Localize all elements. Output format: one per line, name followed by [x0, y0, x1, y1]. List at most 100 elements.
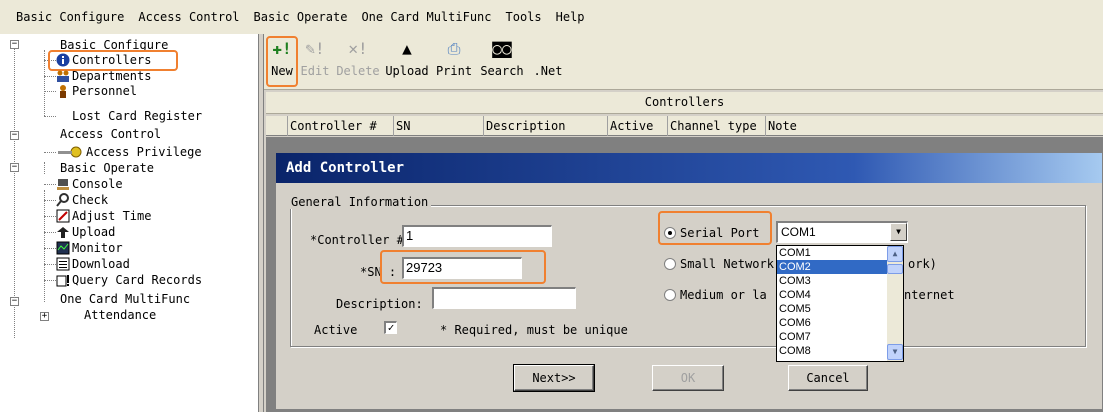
active-checkbox[interactable]: ✓ [384, 321, 397, 334]
console-icon [56, 177, 70, 191]
collapse-toggle[interactable]: − [10, 163, 19, 172]
col-sn[interactable]: SN [394, 116, 484, 136]
com-option[interactable]: COM7 [777, 330, 903, 344]
col-note[interactable]: Note [766, 116, 966, 136]
grid-title: Controllers [266, 92, 1103, 114]
tree-attendance[interactable]: Attendance [84, 308, 156, 322]
description-input[interactable] [432, 287, 576, 309]
tree-connector [44, 200, 56, 201]
com-option[interactable]: COM6 [777, 316, 903, 330]
com-option[interactable]: COM3 [777, 274, 903, 288]
monitor-icon [56, 241, 70, 255]
collapse-toggle[interactable]: − [10, 131, 19, 140]
adjust-time-icon [56, 209, 70, 223]
tree-lost-card-register[interactable]: Lost Card Register [72, 109, 202, 123]
menu-basic-configure[interactable]: Basic Configure [16, 10, 124, 24]
tree-connector [44, 91, 56, 92]
scroll-down-icon[interactable]: ▼ [887, 344, 903, 360]
small-network-label: Small Network [680, 257, 774, 271]
col-controller-no[interactable]: Controller # [288, 116, 394, 136]
com-option[interactable]: COM1 [777, 246, 903, 260]
tree-one-card-multifunc[interactable]: One Card MultiFunc [60, 292, 190, 306]
grid-header: Controller # SN Description Active Chann… [266, 116, 1103, 136]
highlight-sn [380, 250, 546, 284]
upload-button[interactable]: ▲ Upload [384, 38, 430, 78]
edit-icon: ✎! [305, 39, 325, 58]
tree-basic-operate[interactable]: Basic Operate [60, 161, 154, 175]
tree-connector [44, 216, 56, 217]
col-active[interactable]: Active [608, 116, 668, 136]
dropdown-scrollbar[interactable]: ▲ ▼ [887, 246, 903, 361]
tree-personnel[interactable]: Personnel [56, 84, 137, 98]
com-option[interactable]: COM4 [777, 288, 903, 302]
splitter[interactable] [258, 34, 264, 412]
medium-radio[interactable] [664, 289, 676, 301]
tree-adjust-time[interactable]: Adjust Time [56, 209, 151, 223]
navigation-tree: − Basic Configure Controllers Department… [0, 34, 258, 412]
tree-connector [14, 48, 15, 338]
com-option[interactable]: COM2 [777, 260, 903, 274]
collapse-toggle[interactable]: − [10, 40, 19, 49]
scroll-up-icon[interactable]: ▲ [887, 246, 903, 262]
col-channel-type[interactable]: Channel type [668, 116, 766, 136]
tree-connector [44, 184, 56, 185]
net-button[interactable]: .Net [530, 64, 566, 78]
menu-one-card[interactable]: One Card MultiFunc [361, 10, 491, 24]
next-button[interactable]: Next>> [513, 364, 595, 392]
com-port-value: COM1 [781, 225, 816, 239]
highlight-new [266, 36, 298, 87]
edit-button[interactable]: ✎! Edit [300, 38, 330, 78]
controller-no-input[interactable]: 1 [402, 225, 552, 247]
com-option[interactable]: COM8 [777, 344, 903, 358]
tree-upload[interactable]: Upload [56, 225, 115, 239]
binoculars-icon: ◙◙ [492, 39, 512, 58]
com-port-dropdown: COM1 COM2 COM3 COM4 COM5 COM6 COM7 COM8 ▲ ▼ [776, 245, 904, 362]
highlight-serial-port [658, 211, 772, 245]
cancel-button[interactable]: Cancel [788, 365, 868, 391]
menu-access-control[interactable]: Access Control [138, 10, 239, 24]
tree-connector [44, 232, 56, 233]
tree-download[interactable]: Download [56, 257, 130, 271]
grid-row-header [266, 116, 288, 136]
menu-bar: Basic Configure Access Control Basic Ope… [0, 0, 1103, 34]
small-network-radio[interactable] [664, 258, 676, 270]
expand-toggle[interactable]: + [40, 312, 49, 321]
delete-button[interactable]: ✕! Delete [336, 38, 380, 78]
dialog-title: Add Controller [276, 153, 1102, 183]
com-option[interactable]: COM5 [777, 302, 903, 316]
tree-connector [44, 76, 56, 77]
search-button[interactable]: ◙◙ Search [478, 38, 526, 78]
menu-tools[interactable]: Tools [506, 10, 542, 24]
tree-check[interactable]: Check [56, 193, 108, 207]
delete-icon: ✕! [348, 39, 368, 58]
key-icon [56, 145, 84, 159]
tree-connector [44, 152, 56, 153]
upload-icon [56, 225, 70, 239]
tree-access-privilege[interactable]: Access Privilege [56, 145, 202, 159]
required-note: * Required, must be unique [440, 323, 628, 337]
com-port-select[interactable]: COM1 ▼ [776, 221, 908, 243]
tree-monitor[interactable]: Monitor [56, 241, 123, 255]
col-description[interactable]: Description [484, 116, 608, 136]
tree-access-control[interactable]: Access Control [60, 127, 161, 141]
controller-no-label: *Controller #: [310, 233, 412, 247]
medium-label: Medium or la [680, 288, 767, 302]
scroll-thumb[interactable] [887, 264, 903, 274]
tree-connector [44, 162, 45, 174]
tree-query-card-records[interactable]: Query Card Records [56, 273, 202, 287]
toolbar: ✚! New ✎! Edit ✕! Delete ▲ Upload ⎙ Prin… [264, 34, 1103, 90]
query-records-icon [56, 273, 70, 287]
menu-basic-operate[interactable]: Basic Operate [254, 10, 348, 24]
com-options: COM1 COM2 COM3 COM4 COM5 COM6 COM7 COM8 [777, 246, 903, 358]
chevron-down-icon[interactable]: ▼ [890, 223, 907, 241]
menu-help[interactable]: Help [556, 10, 585, 24]
tree-connector [44, 264, 56, 265]
description-label: Description: [336, 297, 423, 311]
upload-icon: ▲ [402, 39, 412, 58]
print-button[interactable]: ⎙ Print [434, 38, 474, 78]
add-controller-dialog: Add Controller General Information *Cont… [275, 152, 1103, 410]
tree-departments[interactable]: Departments [56, 69, 151, 83]
collapse-toggle[interactable]: − [10, 297, 19, 306]
ok-button[interactable]: OK [652, 365, 724, 391]
tree-console[interactable]: Console [56, 177, 123, 191]
